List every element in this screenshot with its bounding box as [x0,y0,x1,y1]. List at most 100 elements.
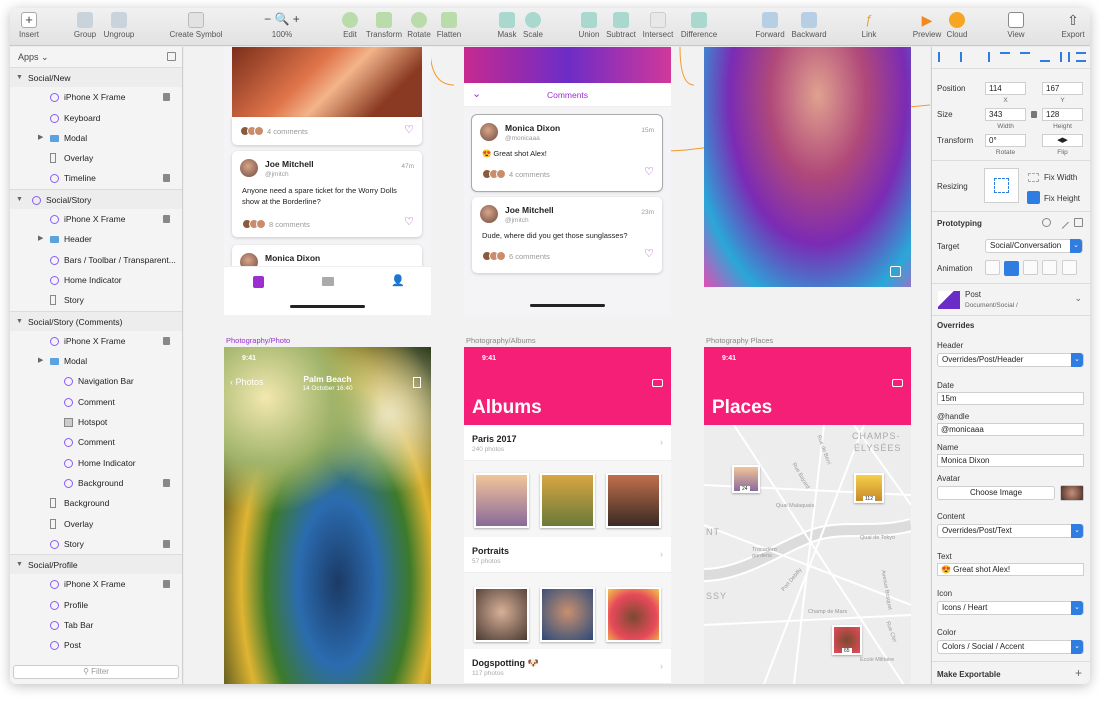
fix-width-icon[interactable] [1028,173,1039,182]
comment-card[interactable]: Joe Mitchell @jmitch 23m Dude, where did… [472,197,662,273]
view-button[interactable]: View [1004,12,1028,40]
mail-tab-icon[interactable] [322,277,334,286]
layer-item[interactable]: iPhone X Frame [10,87,182,107]
heart-icon[interactable]: ♡ [404,215,414,228]
scale-button[interactable]: Scale [521,12,545,40]
content-select[interactable]: Overrides/Post/Text ⌄ [937,524,1084,538]
page-selector[interactable]: Apps ⌄ [10,47,182,67]
align-middle-icon[interactable] [1020,52,1030,62]
animation-slide-right-button[interactable] [1023,260,1038,275]
layer-item[interactable]: Post [10,635,182,655]
subtract-button[interactable]: Subtract [604,12,638,40]
artboard-places[interactable]: 9:41 Places CHAMPS- ÉLYSÉES NT SSY Rue d… [704,347,911,684]
rotate-field[interactable]: 0° [985,134,1026,147]
layer-group[interactable]: ▼ Social/Profile [10,554,182,575]
layer-item[interactable]: ▶ Modal [10,128,182,148]
icon-select[interactable]: Icons / Heart ⌄ [937,601,1084,615]
album-row[interactable]: Paris 2017 240 photos › [464,425,671,461]
disclosure-triangle-icon[interactable]: ▶ [38,128,43,148]
distribute-v-icon[interactable] [1076,52,1086,62]
mask-button[interactable]: Mask [496,12,518,40]
choose-image-button[interactable]: Choose Image [937,486,1055,500]
target-select[interactable]: Social/Conversation ⌄ [985,239,1083,253]
layer-item[interactable]: Background [10,473,182,493]
backward-button[interactable]: Backward [789,12,829,40]
artboard-label[interactable]: Photography Places [706,336,773,345]
align-bottom-icon[interactable] [1040,52,1050,62]
intersect-button[interactable]: Intersect [640,12,676,40]
header-select[interactable]: Overrides/Post/Header ⌄ [937,353,1084,367]
disclosure-triangle-icon[interactable]: ▼ [16,190,23,209]
disclosure-triangle-icon[interactable]: ▶ [38,229,43,249]
layer-item[interactable]: Keyboard [10,108,182,128]
resizing-widget[interactable] [984,168,1019,203]
union-button[interactable]: Union [576,12,602,40]
feed-post-card[interactable]: Joe Mitchell @jmitch 47m Anyone need a s… [232,151,422,237]
map-pin[interactable]: 24 [732,465,760,493]
artboard-feed[interactable]: 4 comments ♡ Joe Mitchell @jmitch 47m An… [224,47,431,315]
lock-icon[interactable] [163,174,170,183]
map[interactable] [704,425,911,684]
map-pin[interactable]: 112 [854,473,884,503]
rotate-button[interactable]: Rotate [406,12,432,40]
delete-link-icon[interactable] [1074,218,1083,227]
canvas[interactable]: 4 comments ♡ Joe Mitchell @jmitch 47m An… [184,47,930,684]
layer-item[interactable]: Story [10,534,182,554]
lock-icon[interactable] [163,580,170,589]
link-button[interactable]: ƒ Link [858,12,880,40]
layer-item[interactable]: Comment [10,432,182,452]
photo-thumbnail[interactable] [540,473,595,528]
lock-icon[interactable] [163,478,170,487]
text-field[interactable]: 😍 Great shot Alex! [937,563,1084,576]
layer-item[interactable]: ▶ Modal [10,351,182,371]
add-export-button[interactable]: + [1075,666,1082,680]
artboard-photo[interactable]: 9:41 ‹ Photos Palm Beach 14 October 16:4… [224,347,431,684]
profile-tab-icon[interactable]: 👤 [391,275,405,287]
animation-none-button[interactable] [985,260,1000,275]
camera-icon[interactable] [892,379,903,387]
lock-icon[interactable] [163,93,170,102]
layer-item[interactable]: Home Indicator [10,270,182,290]
artboard-label[interactable]: Photography/Photo [226,336,290,345]
artboard-albums[interactable]: 9:41 Albums Paris 2017 240 photos › Port… [464,347,671,684]
link-icon[interactable] [1056,216,1069,229]
forward-button[interactable]: Forward [753,12,787,40]
layer-item[interactable]: Timeline [10,168,182,188]
name-field[interactable]: Monica Dixon [937,454,1084,467]
animation-slide-up-button[interactable] [1042,260,1057,275]
layer-group[interactable]: ▼ Social/Story [10,188,182,210]
disclosure-triangle-icon[interactable]: ▼ [16,555,23,574]
animation-slide-left-button[interactable] [1004,261,1019,276]
prototyping-options-icon[interactable] [1042,218,1051,227]
disclosure-triangle-icon[interactable]: ▶ [38,351,43,371]
create-symbol-button[interactable]: Create Symbol [168,12,224,40]
zoom-control[interactable]: − 🔍 + 100% [260,12,304,40]
avatar-preview[interactable] [1060,485,1084,501]
photo-thumbnail[interactable] [474,473,529,528]
width-field[interactable]: 343 [985,108,1026,121]
photo-thumbnail[interactable] [606,473,661,528]
layer-item[interactable]: Background [10,493,182,513]
layer-item[interactable]: iPhone X Frame [10,574,182,594]
heart-icon[interactable]: ♡ [644,165,654,178]
animation-slide-down-button[interactable] [1062,260,1077,275]
photo-thumbnail[interactable] [540,587,595,642]
distribute-h-icon[interactable] [1060,52,1070,62]
layer-item[interactable]: Bars / Toolbar / Transparent... [10,250,182,270]
disclosure-triangle-icon[interactable]: ▼ [16,68,23,87]
edit-button[interactable]: Edit [340,12,360,40]
lock-ratio-icon[interactable] [1031,111,1037,118]
layer-item[interactable]: iPhone X Frame [10,331,182,351]
fix-height-toggle[interactable] [1027,191,1040,204]
align-left-icon[interactable] [938,52,948,62]
layer-item[interactable]: Navigation Bar [10,371,182,391]
layer-item[interactable]: ▶ Header [10,229,182,249]
heart-icon[interactable]: ♡ [404,123,414,136]
transform-button[interactable]: Transform [364,12,404,40]
layer-item[interactable]: Overlay [10,148,182,168]
align-center-icon[interactable] [960,52,970,62]
layer-item[interactable]: iPhone X Frame [10,209,182,229]
artboard-label[interactable]: Photography/Albums [466,336,536,345]
chevron-down-icon[interactable]: ⌄ [1074,293,1082,304]
lock-icon[interactable] [163,539,170,548]
